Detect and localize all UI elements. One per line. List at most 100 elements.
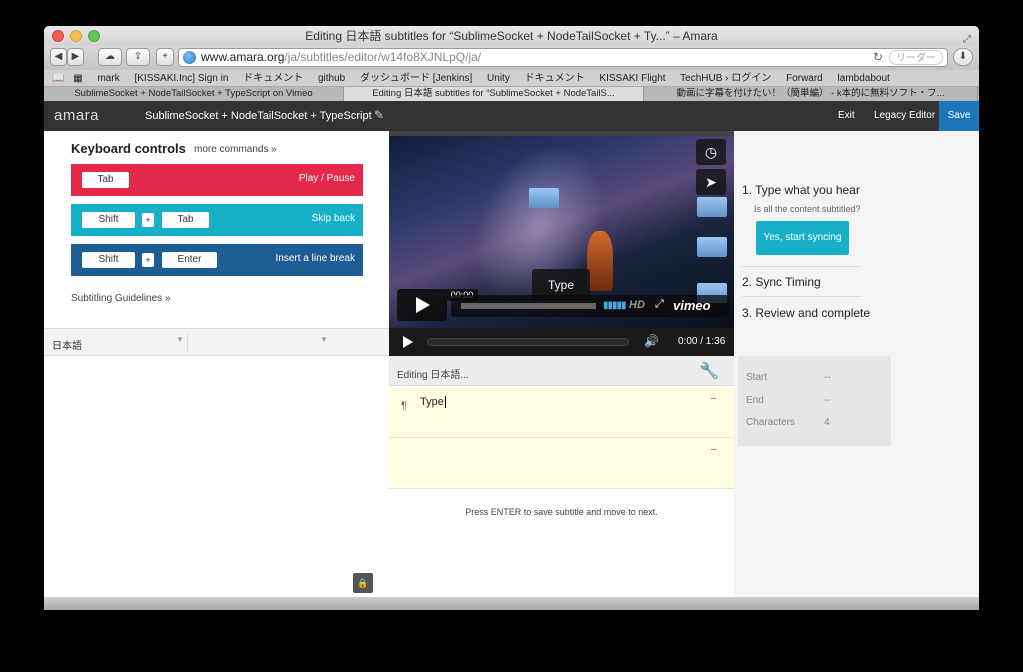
downloads-button[interactable]: ⬇ <box>953 48 973 66</box>
reading-list-icon[interactable]: 📖 <box>52 73 64 84</box>
subtitle-row[interactable]: – <box>389 438 734 489</box>
bookmark-item[interactable]: lambdabout <box>838 73 890 84</box>
forward-button[interactable]: ▶ <box>67 48 84 66</box>
chevron-down-icon[interactable]: ▼ <box>176 335 184 344</box>
address-bar[interactable]: www.amara.org/ja/subtitles/editor/w14fo8… <box>178 48 948 67</box>
step-type: 1. Type what you hear <box>742 183 860 197</box>
stat-label: Characters <box>746 417 795 428</box>
video-player[interactable]: ◷ ➤ Type 00:00 ▮▮▮▮▮ HD ⤢ vimeo <box>389 131 734 328</box>
vimeo-progress-bar[interactable] <box>461 303 596 309</box>
legacy-editor-link[interactable]: Legacy Editor <box>874 110 935 121</box>
key-shift: Shift <box>82 252 135 268</box>
vimeo-control-bar: ▮▮▮▮▮ HD ⤢ vimeo <box>451 295 729 317</box>
step-sync: 2. Sync Timing <box>742 275 821 289</box>
amara-header: amara SublimeSocket + NodeTailSocket + T… <box>44 101 979 131</box>
url-host: www.amara.org <box>201 50 285 64</box>
zoom-window-button[interactable] <box>88 30 100 42</box>
remove-subtitle-button[interactable]: – <box>711 393 717 404</box>
subtitling-guidelines-link[interactable]: Subtitling Guidelines » <box>71 293 171 304</box>
bookmark-item[interactable]: github <box>318 73 345 84</box>
seek-bar[interactable] <box>427 338 629 346</box>
editing-bar: Editing 日本語... 🔧 <box>389 356 734 386</box>
key-tab: Tab <box>162 212 209 228</box>
title-bar: Editing 日本語 subtitles for “SublimeSocket… <box>44 26 979 46</box>
top-sites-icon[interactable]: ▦ <box>73 73 82 84</box>
shortcut-line-break: Shift + Enter Insert a line break <box>71 244 363 276</box>
stat-value: -- <box>824 372 831 383</box>
browser-toolbar: ◀ ▶ ☁ ⇪ + www.amara.org/ja/subtitles/edi… <box>44 46 979 70</box>
folder-icon <box>529 188 559 208</box>
browser-tab[interactable]: SublimeSocket + NodeTailSocket + TypeScr… <box>44 87 344 101</box>
browser-tab-active[interactable]: Editing 日本語 subtitles for “SublimeSocket… <box>344 87 644 101</box>
lock-icon[interactable]: 🔒 <box>353 573 373 593</box>
center-pane: ◷ ➤ Type 00:00 ▮▮▮▮▮ HD ⤢ vimeo 🔊 0:00 /… <box>389 131 734 597</box>
folder-icon <box>697 237 727 257</box>
bookmarks-bar: 📖 ▦ mark [KISSAKI.Inc] Sign in ドキュメント gi… <box>44 70 979 87</box>
reader-button[interactable]: リーダー <box>889 50 943 65</box>
speaker-icon[interactable]: 🔊 <box>644 334 659 348</box>
subtitle-stats: Start -- End -- Characters 4 <box>738 356 891 446</box>
content-subtitled-question: Is all the content subtitled? <box>754 204 861 214</box>
shortcut-skip-back: Shift + Tab Skip back <box>71 204 363 236</box>
bookmark-item[interactable]: mark <box>97 73 119 84</box>
bookmark-item[interactable]: KISSAKI Flight <box>599 73 665 84</box>
stat-value: -- <box>824 395 831 406</box>
video-frame-menubar <box>389 131 734 136</box>
browser-tab[interactable]: 動画に字幕を付けたい！（簡単編） - k本的に無料ソフト・フ... <box>644 87 978 101</box>
minimize-window-button[interactable] <box>70 30 82 42</box>
close-window-button[interactable] <box>52 30 64 42</box>
clock-icon[interactable]: ◷ <box>696 139 726 165</box>
page: amara SublimeSocket + NodeTailSocket + T… <box>44 101 979 597</box>
key-plus: + <box>142 253 154 267</box>
bookmark-item[interactable]: ダッシュボード [Jenkins] <box>360 73 472 84</box>
icloud-tabs-button[interactable]: ☁ <box>98 48 122 66</box>
language-selector-bar: 日本語 ▼ ▼ <box>44 328 389 356</box>
chevron-down-icon[interactable]: ▼ <box>320 335 328 344</box>
back-button[interactable]: ◀ <box>50 48 67 66</box>
divider <box>742 266 862 267</box>
time-display: 0:00 / 1:36 <box>678 336 726 347</box>
folder-icon <box>697 197 727 217</box>
pencil-icon[interactable]: ✎ <box>374 108 384 122</box>
share-button[interactable]: ⇪ <box>126 48 150 66</box>
shortcut-action: Insert a line break <box>275 253 356 264</box>
amara-logo[interactable]: amara <box>54 107 99 124</box>
bookmark-item[interactable]: ドキュメント <box>525 73 585 84</box>
subtitle-row[interactable]: ¶ Type – <box>389 387 734 438</box>
exit-link[interactable]: Exit <box>838 110 855 121</box>
keyboard-controls-title: Keyboard controls <box>71 141 186 156</box>
hd-toggle[interactable]: HD <box>629 299 645 311</box>
remove-subtitle-button[interactable]: – <box>711 444 717 455</box>
vimeo-logo[interactable]: vimeo <box>673 298 711 313</box>
status-bar <box>44 597 979 610</box>
left-pane: Keyboard controls more commands » Tab Pl… <box>44 131 389 597</box>
stat-value: 4 <box>824 417 830 428</box>
bookmark-item[interactable]: Forward <box>786 73 823 84</box>
bookmark-item[interactable]: [KISSAKI.Inc] Sign in <box>134 73 228 84</box>
right-pane: 1. Type what you hear Is all the content… <box>734 131 979 597</box>
new-tab-button[interactable]: + <box>156 48 174 66</box>
shortcut-play-pause: Tab Play / Pause <box>71 164 363 196</box>
save-button[interactable]: Save <box>939 101 979 131</box>
play-icon[interactable] <box>403 336 413 348</box>
volume-icon[interactable]: ▮▮▮▮▮ <box>603 300 626 311</box>
send-icon[interactable]: ➤ <box>696 169 726 195</box>
bookmark-item[interactable]: TechHUB › ログイン <box>680 73 771 84</box>
tab-bar: SublimeSocket + NodeTailSocket + TypeScr… <box>44 87 979 101</box>
more-commands-link[interactable]: more commands » <box>194 144 277 155</box>
play-icon[interactable] <box>397 289 447 321</box>
key-tab: Tab <box>82 172 129 188</box>
reload-icon[interactable]: ↻ <box>873 49 883 66</box>
start-syncing-button[interactable]: Yes, start syncing <box>756 221 849 255</box>
fullscreen-icon[interactable]: ⤢ <box>655 298 664 311</box>
enter-hint: Press ENTER to save subtitle and move to… <box>465 507 658 517</box>
step-review: 3. Review and complete <box>742 306 871 320</box>
paragraph-icon[interactable]: ¶ <box>401 400 407 412</box>
language-select[interactable]: 日本語 <box>52 337 82 352</box>
browser-window: Editing 日本語 subtitles for “SublimeSocket… <box>44 26 979 610</box>
bookmark-item[interactable]: Unity <box>487 73 510 84</box>
bookmark-item[interactable]: ドキュメント <box>243 73 303 84</box>
subtitle-text-input[interactable]: Type <box>420 396 446 408</box>
key-plus: + <box>142 213 154 227</box>
wrench-icon[interactable]: 🔧 <box>699 361 719 381</box>
